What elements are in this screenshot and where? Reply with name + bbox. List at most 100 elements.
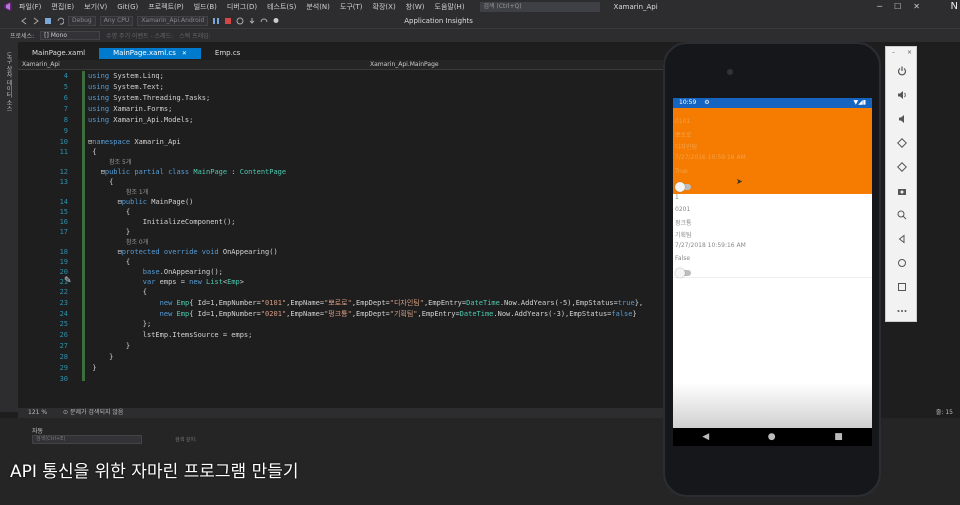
config-combo[interactable]: Debug xyxy=(68,15,96,26)
menu-view[interactable]: 보기(V) xyxy=(79,2,112,12)
screenshot-icon[interactable] xyxy=(894,183,910,199)
undo-icon[interactable] xyxy=(56,17,64,25)
platform-combo[interactable]: Any CPU xyxy=(99,15,134,26)
minimize-icon[interactable]: ─ xyxy=(877,0,882,13)
save-icon[interactable] xyxy=(44,17,52,25)
rotate-right-icon[interactable] xyxy=(894,159,910,175)
status-switch[interactable] xyxy=(675,268,691,278)
step-into-icon[interactable] xyxy=(248,17,256,25)
power-icon[interactable] xyxy=(894,63,910,79)
emp-name: 펑크툥 xyxy=(675,220,692,227)
emp-entry: 7/27/2018 10:59:16 AM xyxy=(675,242,746,249)
back-icon[interactable]: ◀ xyxy=(702,432,709,442)
tab-mainpage-xaml-cs[interactable]: MainPage.xaml.cs ✕ xyxy=(99,48,201,59)
visual-studio-logo-icon[interactable] xyxy=(0,0,14,13)
tab-label: MainPage.xaml.cs xyxy=(113,49,176,57)
home-icon[interactable] xyxy=(894,255,910,271)
change-marker xyxy=(82,71,85,381)
code-editor[interactable]: 4 using System.Linq; 5 using System.Text; … xyxy=(18,71,663,407)
stop-icon[interactable] xyxy=(224,17,232,25)
tab-mainpage-xaml[interactable]: MainPage.xaml xyxy=(18,48,99,59)
status-switch[interactable] xyxy=(675,182,691,192)
menu-tools[interactable]: 도구(T) xyxy=(335,2,368,12)
project-dropdown[interactable]: Xamarin_Api xyxy=(22,60,60,70)
restart-icon[interactable] xyxy=(236,17,244,25)
volume-up-icon[interactable] xyxy=(894,87,910,103)
more-options-icon[interactable] xyxy=(894,303,910,319)
application-insights-button[interactable]: Application Insights xyxy=(404,17,473,25)
autos-search-input[interactable]: 검색(Ctrl+E) xyxy=(32,435,142,444)
emp-number: 0101 xyxy=(675,118,691,125)
search-box[interactable]: 검색 (Ctrl+Q) xyxy=(479,1,600,12)
back-icon[interactable] xyxy=(20,17,28,25)
menu-extensions[interactable]: 확장(X) xyxy=(368,2,401,12)
step-over-icon[interactable] xyxy=(260,17,268,25)
edit-pen-icon[interactable]: ✎ xyxy=(64,276,72,286)
menu-git[interactable]: Git(G) xyxy=(112,3,143,11)
reference-count: 참조 1개 xyxy=(125,189,149,196)
vs-window: 파일(F) 편집(E) 보기(V) Git(G) 프로젝트(P) 빌드(B) 디… xyxy=(0,0,960,505)
close-icon[interactable]: ✕ xyxy=(913,0,920,13)
zoom-level[interactable]: 121 % xyxy=(28,409,47,416)
volume-down-icon[interactable] xyxy=(894,111,910,127)
lightbulb-icon[interactable] xyxy=(272,17,280,25)
status-time: 10:59 xyxy=(679,99,697,106)
signal-battery-icon: ▼◢▮ xyxy=(853,99,866,106)
autos-title: 자동 xyxy=(32,428,44,435)
issues-status[interactable]: 문제가 검색되지 않음 xyxy=(70,409,124,416)
screen-gradient xyxy=(673,383,872,428)
maximize-icon[interactable]: ☐ xyxy=(894,0,901,13)
overview-icon[interactable] xyxy=(894,279,910,295)
emp-entry: 7/27/2016 10:59:16 AM xyxy=(675,154,746,161)
close-icon[interactable]: × xyxy=(907,49,912,56)
emp-id: 1 xyxy=(675,194,679,201)
class-dropdown[interactable]: Xamarin_Api.MainPage xyxy=(370,60,439,70)
window-title: Xamarin_Api xyxy=(613,2,658,11)
recents-icon[interactable]: ■ xyxy=(834,432,843,442)
back-icon[interactable] xyxy=(894,231,910,247)
tab-emp-cs[interactable]: Emp.cs xyxy=(201,48,254,59)
home-icon[interactable]: ● xyxy=(768,432,776,442)
toolbar: Debug Any CPU Xamarin_Api.Android Applic… xyxy=(0,13,960,29)
android-emulator: 10:59 ⚙ ▼◢▮ 0101 뽀로로 디자인팀 7/27/2016 10:5… xyxy=(663,42,881,497)
search-depth-label: 검색 깊이: xyxy=(175,437,197,443)
window-controls: ─ ☐ ✕ xyxy=(877,0,920,13)
emp-dept: 디자인팀 xyxy=(675,144,698,151)
tab-label: MainPage.xaml xyxy=(32,49,86,57)
reference-count: 참조 0개 xyxy=(125,239,149,246)
project-combo[interactable]: Xamarin_Api.Android xyxy=(137,15,209,26)
minimize-icon[interactable]: – xyxy=(892,49,895,56)
list-item[interactable]: 1 0201 펑크툥 기획팀 7/27/2018 10:59:16 AM Fal… xyxy=(673,194,872,278)
phone-screen[interactable]: 10:59 ⚙ ▼◢▮ 0101 뽀로로 디자인팀 7/27/2016 10:5… xyxy=(673,98,872,428)
editor-status-line: 121 % ⊙ 문제가 검색되지 않음 줄: 15 xyxy=(18,408,953,418)
emp-number: 0201 xyxy=(675,206,691,213)
menu-window[interactable]: 창(W) xyxy=(401,2,430,12)
lifecycle-events-label[interactable]: 수명 주기 이벤트 - 스레드: xyxy=(106,31,173,40)
stack-frame-label[interactable]: 스택 프레임: xyxy=(179,31,211,40)
menu-edit[interactable]: 편집(E) xyxy=(46,2,79,12)
menu-help[interactable]: 도움말(H) xyxy=(430,2,470,12)
android-status-bar: 10:59 ⚙ ▼◢▮ xyxy=(673,98,872,108)
emp-status: False xyxy=(675,255,691,262)
toolbox-label[interactable]: 도구 상자 데이터 소스 xyxy=(4,52,13,112)
close-tab-icon[interactable]: ✕ xyxy=(182,50,187,57)
zoom-icon[interactable] xyxy=(894,207,910,223)
toolbox-strip[interactable]: 도구 상자 데이터 소스 xyxy=(0,42,18,412)
check-icon: ⊙ xyxy=(62,409,69,416)
menu-build[interactable]: 빌드(B) xyxy=(189,2,222,12)
tab-label: Emp.cs xyxy=(214,49,241,57)
pause-icon[interactable] xyxy=(212,17,220,25)
menu-debug[interactable]: 디버그(D) xyxy=(222,2,262,12)
line-indicator: 줄: 15 xyxy=(935,409,953,416)
menu-file[interactable]: 파일(F) xyxy=(14,2,46,12)
rotate-left-icon[interactable] xyxy=(894,135,910,151)
emulator-window-controls: – × xyxy=(886,47,918,57)
forward-icon[interactable] xyxy=(32,17,40,25)
list-item[interactable]: 0101 뽀로로 디자인팀 7/27/2016 10:59:16 AM True… xyxy=(673,108,872,194)
menu-analyze[interactable]: 분석(N) xyxy=(301,2,335,12)
menu-test[interactable]: 테스트(S) xyxy=(262,2,301,12)
menu-project[interactable]: 프로젝트(P) xyxy=(143,2,188,12)
video-caption: API 통신을 위한 자마린 프로그램 만들기 xyxy=(10,462,299,482)
process-combo[interactable]: [] Mono xyxy=(40,31,101,40)
account-badge[interactable]: N xyxy=(951,0,958,13)
